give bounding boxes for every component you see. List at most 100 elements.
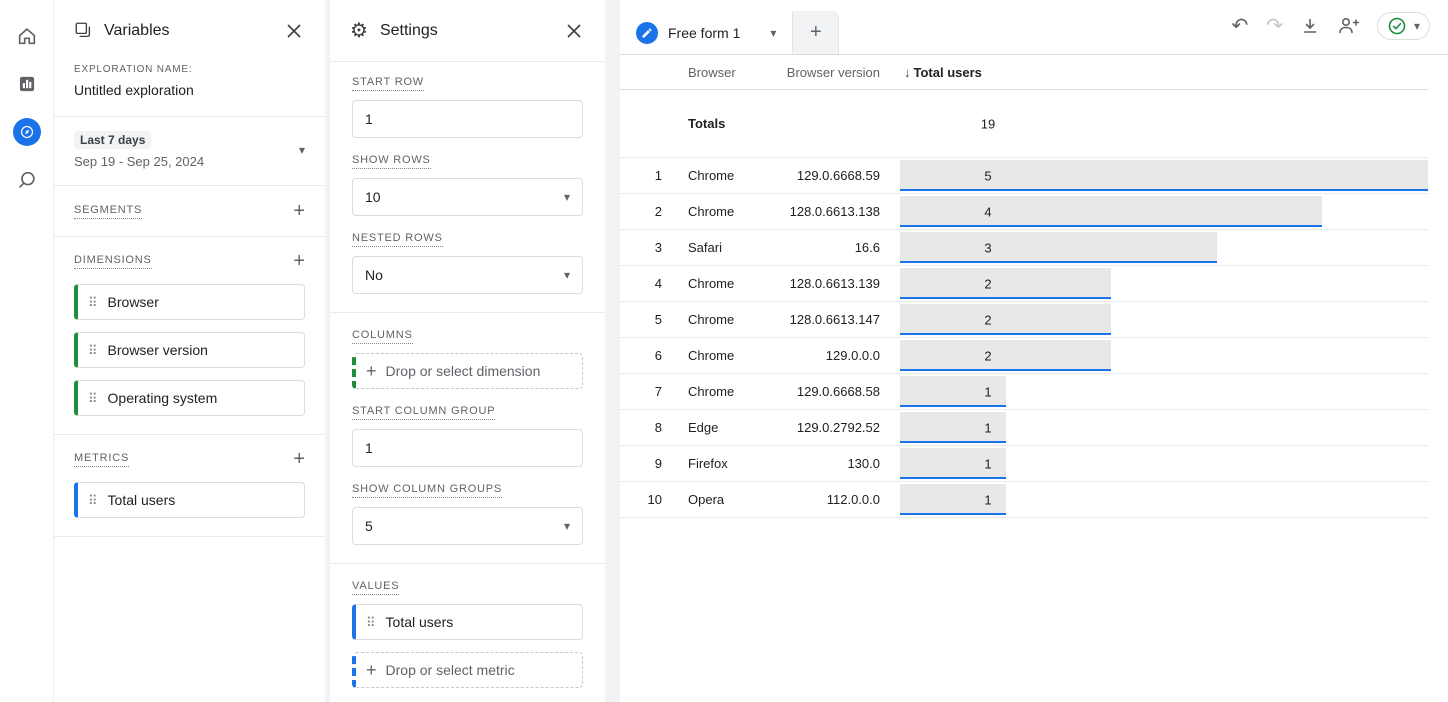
values-chip-total-users[interactable]: ⠿ Total users xyxy=(352,604,583,640)
row-version: 16.6 xyxy=(782,240,900,255)
row-browser: Chrome xyxy=(672,312,782,327)
redo-button[interactable]: ↷ xyxy=(1266,16,1283,36)
header-total-users-label: Total users xyxy=(914,65,982,80)
table-row: 6 Chrome 129.0.0.0 2 xyxy=(620,338,1428,374)
segments-label: SEGMENTS xyxy=(74,204,142,219)
row-browser: Opera xyxy=(672,492,782,507)
row-version: 129.0.6668.58 xyxy=(782,384,900,399)
header-total-users[interactable]: ↓ Total users xyxy=(900,65,1428,80)
table-body: 1 Chrome 129.0.6668.59 5 2 Chrome 128.0.… xyxy=(620,158,1428,518)
table-row: 10 Opera 112.0.0.0 1 xyxy=(620,482,1428,518)
drag-handle-icon: ⠿ xyxy=(366,616,376,629)
table-row: 7 Chrome 129.0.6668.58 1 xyxy=(620,374,1428,410)
values-drop-zone[interactable]: + Drop or select metric xyxy=(352,652,583,688)
row-browser: Chrome xyxy=(672,276,782,291)
show-rows-select[interactable]: 10 ▾ xyxy=(352,178,583,216)
table-row: 4 Chrome 128.0.6613.139 2 xyxy=(620,266,1428,302)
columns-drop-zone[interactable]: + Drop or select dimension xyxy=(352,353,583,389)
share-button[interactable] xyxy=(1337,15,1359,37)
start-column-group-input[interactable] xyxy=(352,429,583,467)
row-browser: Chrome xyxy=(672,384,782,399)
nested-rows-value: No xyxy=(365,267,383,283)
reports-icon[interactable] xyxy=(13,70,41,98)
row-rank: 10 xyxy=(620,492,672,507)
row-users-cell: 3 xyxy=(900,230,1428,265)
metric-chip-total-users[interactable]: ⠿ Total users xyxy=(74,482,305,518)
table-row: 1 Chrome 129.0.6668.59 5 xyxy=(620,158,1428,194)
download-button[interactable] xyxy=(1301,17,1319,35)
freeform-table: Browser Browser version ↓ Total users To… xyxy=(620,55,1428,518)
settings-panel: ⚙ Settings START ROW SHOW ROWS 10 ▾ NEST… xyxy=(330,0,605,702)
check-circle-icon xyxy=(1387,16,1407,36)
row-users-value: 1 xyxy=(984,420,991,435)
add-icon: + xyxy=(366,362,377,380)
divider xyxy=(330,563,605,564)
dimension-chip-label: Operating system xyxy=(108,390,218,406)
row-rank: 8 xyxy=(620,420,672,435)
row-users-value: 1 xyxy=(984,456,991,471)
chevron-down-icon: ▾ xyxy=(299,144,305,156)
close-settings-button[interactable] xyxy=(563,20,585,42)
row-browser: Firefox xyxy=(672,456,782,471)
row-users-cell: 1 xyxy=(900,410,1428,445)
table-row: 5 Chrome 128.0.6613.147 2 xyxy=(620,302,1428,338)
show-column-groups-value: 5 xyxy=(365,518,373,534)
show-rows-value: 10 xyxy=(365,189,381,205)
table-row: 2 Chrome 128.0.6613.138 4 xyxy=(620,194,1428,230)
add-segment-button[interactable]: + xyxy=(293,201,305,221)
variables-icon xyxy=(74,21,92,42)
drag-handle-icon: ⠿ xyxy=(88,494,98,507)
row-version: 129.0.6668.59 xyxy=(782,168,900,183)
tab-strip: Free form 1 ▾ + xyxy=(620,11,839,54)
dimension-chip-browser-version[interactable]: ⠿ Browser version xyxy=(74,332,305,368)
row-users-cell: 2 xyxy=(900,302,1428,337)
row-users-value: 1 xyxy=(984,492,991,507)
settings-title: Settings xyxy=(380,22,438,40)
totals-label: Totals xyxy=(672,116,782,131)
row-rank: 3 xyxy=(620,240,672,255)
home-icon[interactable] xyxy=(13,22,41,50)
heatmap-bar xyxy=(900,304,1111,335)
canvas: Free form 1 ▾ + ↶ ↷ ▾ xyxy=(620,0,1448,702)
sort-descending-icon: ↓ xyxy=(904,65,911,80)
advertising-icon[interactable] xyxy=(13,166,41,194)
row-browser: Chrome xyxy=(672,204,782,219)
status-button[interactable]: ▾ xyxy=(1377,12,1430,40)
exploration-name-block[interactable]: EXPLORATION NAME: Untitled exploration xyxy=(54,62,325,117)
show-column-groups-select[interactable]: 5 ▾ xyxy=(352,507,583,545)
row-users-cell: 2 xyxy=(900,338,1428,373)
heatmap-bar xyxy=(900,268,1111,299)
heatmap-bar xyxy=(900,232,1217,263)
tab-free-form-1[interactable]: Free form 1 ▾ xyxy=(620,11,793,54)
close-variables-button[interactable] xyxy=(283,20,305,42)
totals-users-value: 19 xyxy=(981,116,995,131)
row-version: 128.0.6613.138 xyxy=(782,204,900,219)
metric-chip-label: Total users xyxy=(108,492,176,508)
table-row: 3 Safari 16.6 3 xyxy=(620,230,1428,266)
values-drop-text: Drop or select metric xyxy=(386,662,515,678)
start-row-input[interactable] xyxy=(352,100,583,138)
start-row-label: START ROW xyxy=(352,76,424,91)
dimension-chip-browser[interactable]: ⠿ Browser xyxy=(74,284,305,320)
date-range-badge: Last 7 days xyxy=(74,131,151,149)
undo-button[interactable]: ↶ xyxy=(1231,16,1248,36)
chevron-down-icon: ▾ xyxy=(564,269,570,281)
row-version: 128.0.6613.139 xyxy=(782,276,900,291)
explore-icon[interactable] xyxy=(13,118,41,146)
chevron-down-icon: ▾ xyxy=(770,27,776,39)
heatmap-bar xyxy=(900,160,1428,191)
row-browser: Chrome xyxy=(672,168,782,183)
row-users-value: 4 xyxy=(984,204,991,219)
row-browser: Safari xyxy=(672,240,782,255)
drag-handle-icon: ⠿ xyxy=(88,392,98,405)
add-metric-button[interactable]: + xyxy=(293,449,305,469)
dimension-chip-operating-system[interactable]: ⠿ Operating system xyxy=(74,380,305,416)
dimension-chip-label: Browser xyxy=(108,294,159,310)
date-range-selector[interactable]: Last 7 days Sep 19 - Sep 25, 2024 ▾ xyxy=(54,117,325,186)
row-rank: 1 xyxy=(620,168,672,183)
add-tab-button[interactable]: + xyxy=(793,11,839,54)
row-rank: 9 xyxy=(620,456,672,471)
nav-rail xyxy=(0,0,54,702)
nested-rows-select[interactable]: No ▾ xyxy=(352,256,583,294)
add-dimension-button[interactable]: + xyxy=(293,251,305,271)
